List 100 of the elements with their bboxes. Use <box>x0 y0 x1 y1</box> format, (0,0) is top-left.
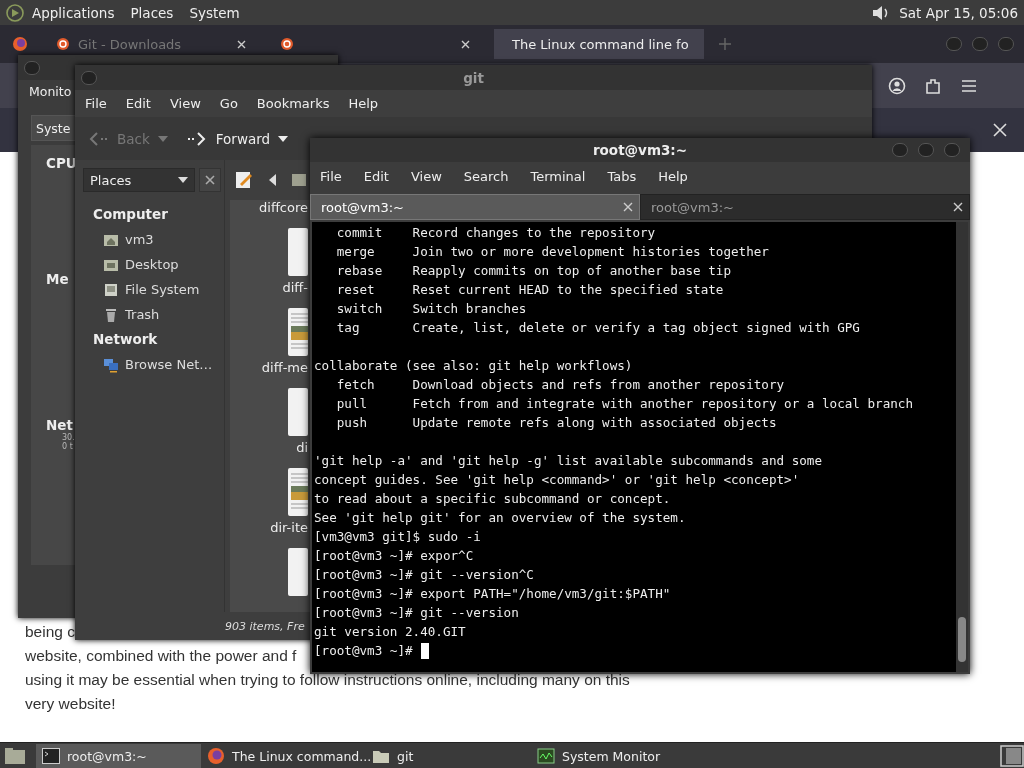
browser-tab[interactable]: The Linux command line fo <box>494 29 704 59</box>
panel-menu[interactable]: Applications <box>32 4 115 21</box>
scrollbar-thumb[interactable] <box>958 617 966 662</box>
close-icon[interactable] <box>623 202 633 212</box>
terminal-icon <box>42 748 60 764</box>
menu-item[interactable]: File <box>320 168 342 184</box>
monitor-tab[interactable]: Monito <box>29 84 72 105</box>
network-reading: 0 t <box>62 442 73 451</box>
drive-icon <box>103 281 119 298</box>
image-file-icon[interactable] <box>288 468 308 516</box>
terminal-line: to read about a specific subcommand or concept. <box>314 490 671 508</box>
caret-icon <box>178 177 188 183</box>
menu-item[interactable]: File <box>85 96 107 111</box>
terminal-line: See 'git help git' for an overview of the system. <box>314 509 686 527</box>
terminal-line: pull Fetch from and integrate with another repository or a local branch <box>335 395 913 413</box>
image-file-icon[interactable] <box>288 308 308 356</box>
workspace-icon[interactable] <box>1000 745 1024 767</box>
scrollbar[interactable] <box>956 222 968 672</box>
terminal-line: rebase Reapply commits on top of another base tip <box>335 262 731 280</box>
sidebar-heading: Computer <box>92 205 169 224</box>
terminal-line: switch Switch branches <box>335 300 527 318</box>
file-name: diff- <box>282 280 308 295</box>
logo-icon[interactable] <box>6 3 24 22</box>
article-text: very website! <box>25 694 116 714</box>
back-arrow-icon <box>87 130 109 147</box>
sidebar-heading: Network <box>92 330 159 349</box>
menu-item[interactable]: View <box>169 96 201 111</box>
section-heading: CPU <box>46 155 77 171</box>
terminal-line: 'git help -a' and 'git help -g' list available subcommands and some <box>314 452 822 470</box>
caret-icon <box>278 135 289 142</box>
forward-button[interactable]: Forward <box>181 126 293 151</box>
network-reading: 30. <box>62 433 75 442</box>
file-name: diffcore <box>259 200 308 215</box>
section-heading: Net <box>46 417 73 433</box>
terminal-line: reset Reset current HEAD to the specified state <box>335 281 724 299</box>
terminal-line: [root@vm3 ~]# export PATH="/home/vm3/git:$PATH" <box>314 585 671 603</box>
sidebar-item[interactable]: vm3 <box>83 227 224 252</box>
close-icon[interactable] <box>461 39 470 49</box>
forward-arrow-icon <box>185 130 208 147</box>
terminal-line: concept guides. See 'git help <command>' or 'git help <concept>' <box>314 471 800 489</box>
menu-item[interactable]: Help <box>658 168 688 184</box>
terminal-line: git version 2.40.GIT <box>314 623 466 641</box>
menu-item[interactable]: Bookmarks <box>256 96 330 111</box>
edit-icon[interactable] <box>234 170 254 190</box>
sidebar-item[interactable]: Browse Net… <box>83 352 224 377</box>
window-title: git <box>463 69 484 86</box>
trash-icon <box>103 306 119 323</box>
panel-menu[interactable]: System <box>189 4 240 21</box>
menu-item[interactable]: Search <box>463 168 509 184</box>
close-icon[interactable] <box>237 39 246 49</box>
extensions-icon[interactable] <box>924 76 942 95</box>
section-heading: Me <box>46 271 69 287</box>
sidebar-item[interactable]: Desktop <box>83 252 224 277</box>
close-icon <box>205 175 215 185</box>
terminal-line: tag Create, list, delete or verify a tag object signed with GPG <box>335 319 860 337</box>
task-button[interactable]: System Monitor <box>531 744 696 768</box>
folder-icon <box>372 748 390 764</box>
clock[interactable]: Sat Apr 15, 05:06 <box>899 4 1018 21</box>
close-pane-button[interactable] <box>199 168 221 192</box>
file-name: diff-me <box>261 360 308 375</box>
menu-item[interactable]: Edit <box>125 96 151 111</box>
account-icon[interactable] <box>888 76 906 95</box>
task-button[interactable]: root@vm3:~ <box>36 744 201 768</box>
monitor-icon <box>537 748 555 764</box>
left-arrow-icon[interactable] <box>268 174 278 186</box>
show-desktop-icon[interactable] <box>4 747 26 765</box>
file-name: di <box>296 440 308 455</box>
network-icon <box>103 356 119 373</box>
terminal-tab[interactable]: root@vm3:~ <box>640 194 970 220</box>
file-name: dir-ite <box>270 520 308 535</box>
menu-item[interactable]: Go <box>219 96 238 111</box>
places-dropdown[interactable]: Places <box>83 168 195 192</box>
panel-menu[interactable]: Places <box>130 4 174 21</box>
close-icon[interactable] <box>993 123 1007 137</box>
window-title: root@vm3:~ <box>592 142 688 158</box>
terminal-line: push Update remote refs along with associated objects <box>335 414 777 432</box>
terminal-line: collaborate (see also: git help workflows) <box>314 357 633 375</box>
menu-item[interactable]: Terminal <box>530 168 586 184</box>
terminal-line: [vm3@vm3 git]$ sudo -i <box>314 528 481 546</box>
close-icon[interactable] <box>953 202 963 212</box>
site-icon <box>56 37 70 51</box>
terminal-line: merge Join two or more development histories together <box>335 243 769 261</box>
status-text: 903 items, Fre <box>225 619 305 633</box>
firefox-icon[interactable] <box>12 36 28 52</box>
menu-item[interactable]: View <box>410 168 442 184</box>
terminal-tab[interactable]: root@vm3:~ <box>310 194 640 220</box>
text-cursor <box>420 642 429 659</box>
sidebar-item[interactable]: File System <box>83 277 224 302</box>
browser-icon <box>207 747 225 765</box>
terminal-line: fetch Download objects and refs from another repository <box>335 376 785 394</box>
article-text: being c <box>25 622 75 642</box>
menu-item[interactable]: Edit <box>363 168 389 184</box>
system-button[interactable]: Syste <box>31 115 75 141</box>
terminal-line: [root@vm3 ~]# git --version <box>314 604 519 622</box>
article-text: using it may be essential when trying to follow instructions online, including many on this <box>25 670 630 690</box>
terminal-line: [root@vm3 ~]# git --version^C <box>314 566 534 584</box>
sidebar-item[interactable]: Trash <box>83 302 224 327</box>
menu-item[interactable]: Help <box>348 96 379 111</box>
menu-item[interactable]: Tabs <box>607 168 637 184</box>
terminal-line: [root@vm3 ~]# <box>314 642 413 660</box>
